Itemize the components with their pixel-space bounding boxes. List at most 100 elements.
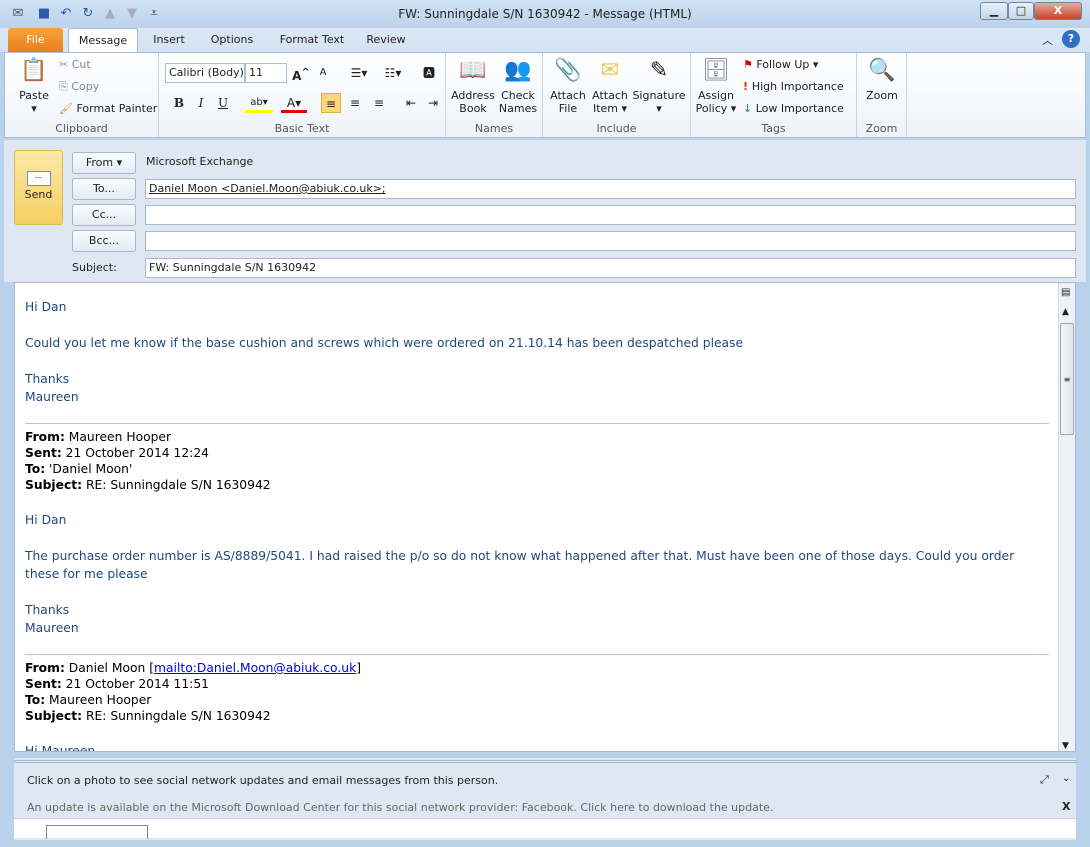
send-button[interactable]: — Send [14,150,63,225]
zoom-button[interactable]: 🔍 Zoom [861,57,903,102]
font-size-combo[interactable]: 11 [245,63,287,83]
subject-field[interactable]: FW: Sunningdale S/N 1630942 [145,258,1076,278]
body-line: Could you let me know if the base cushio… [25,336,744,350]
label: To: [25,693,46,707]
label: Attach [550,89,586,102]
person-photo-placeholder[interactable] [46,825,148,839]
thanks: Thanks [25,603,70,617]
message-body[interactable]: Hi Dan Could you let me know if the base… [14,282,1076,752]
policy-cabinet-icon: 🗄 [702,58,730,83]
expand-icon[interactable]: ⤢ [1040,773,1049,787]
send-envelope-icon: — [26,171,51,186]
bcc-button[interactable]: Bcc... [72,230,136,252]
align-left-icon[interactable]: ≡ [321,93,341,113]
from-button[interactable]: From ▾ [72,152,136,174]
signature-icon: ✎ [649,58,669,83]
paste-label: Paste [19,89,49,102]
decrease-indent-icon[interactable]: ⇤ [401,93,421,113]
paperclip-icon: 📎 [554,58,582,83]
minimize-button[interactable]: ▁ [980,2,1008,20]
help-icon[interactable]: ? [1062,30,1080,48]
low-importance-button[interactable]: ↓ Low Importance [743,102,844,115]
cut-button[interactable]: ✂ Cut [59,58,91,71]
people-pane: Click on a photo to see social network u… [14,758,1076,840]
increase-indent-icon[interactable]: ⇥ [423,93,443,113]
paste-button[interactable]: 📋 Paste ▾ [11,57,57,115]
cut-label: Cut [71,58,91,71]
assign-policy-button[interactable]: 🗄 Assign Policy ▾ [695,57,737,115]
ribbon: 📋 Paste ▾ ✂ Cut ⎘ Copy 🖌 Format Painter Cl… [4,52,1086,138]
address-book-icon: 📖 [459,58,487,83]
label: Subject: [25,709,83,723]
bold-button[interactable]: B [169,93,189,113]
bcc-field[interactable] [145,231,1076,251]
group-basic-text: Calibri (Body) 11 A^ A ☰▾ ☷▾ 🅰 B I U ab▾… [159,53,446,137]
update-notice-link[interactable]: An update is available on the Microsoft … [27,801,773,814]
italic-button[interactable]: I [191,93,211,113]
tab-review[interactable]: Review [360,28,412,52]
scroll-thumb[interactable]: ≡ [1060,323,1074,435]
attach-item-button[interactable]: ✉ Attach Item ▾ [589,57,631,115]
label: Low Importance [755,102,844,115]
signature-button[interactable]: ✎ Signature ▾ [631,57,687,115]
cc-field[interactable] [145,205,1076,225]
underline-button[interactable]: U [213,93,233,113]
styles-icon[interactable]: 🅰 [419,63,439,83]
align-right-icon[interactable]: ≡ [369,93,389,113]
numbering-icon[interactable]: ☷▾ [379,63,407,83]
label: File [558,102,578,115]
font-name-value: Calibri (Body) [169,66,244,79]
check-names-button[interactable]: 👥 Check Names [496,57,540,115]
maximize-button[interactable]: □ [1008,2,1034,20]
down-arrow-icon: ↓ [743,102,756,115]
copy-button[interactable]: ⎘ Copy [59,80,99,94]
value: Maureen Hooper [45,693,152,707]
high-importance-button[interactable]: ! High Importance [743,80,844,93]
tab-message[interactable]: Message [68,28,138,52]
label: From: [25,661,65,675]
quoted-subject: Subject: RE: Sunningdale S/N 1630942 [25,707,271,725]
people-list [14,818,1076,839]
ruler-icon[interactable]: ▤ [1061,287,1070,298]
tab-insert[interactable]: Insert [145,28,193,52]
collapse-ribbon-icon[interactable]: ︿ [1042,32,1053,48]
format-painter-button[interactable]: 🖌 Format Painter [59,102,157,115]
cc-button[interactable]: Cc... [72,204,136,226]
to-field[interactable]: Daniel Moon <Daniel.Moon@abiuk.co.uk>; [145,179,1076,199]
tab-format-text[interactable]: Format Text [272,28,352,52]
close-button[interactable]: X [1034,2,1082,20]
envelope-icon: ✉ [600,58,620,83]
label: Book [459,102,487,115]
value: 21 October 2014 11:51 [61,677,209,691]
to-recipient[interactable]: Daniel Moon <Daniel.Moon@abiuk.co.uk>; [149,182,386,195]
tab-file[interactable]: File [8,28,63,52]
attach-file-button[interactable]: 📎 Attach File [547,57,589,115]
scroll-down-icon[interactable]: ▼ [1062,741,1069,751]
scissors-icon: ✂ [59,58,72,71]
highlight-icon[interactable]: ab▾ [245,93,273,113]
bullets-icon[interactable]: ☰▾ [345,63,373,83]
font-color-icon[interactable]: A▾ [281,93,307,113]
copy-icon: ⎘ [59,80,72,93]
address-book-button[interactable]: 📖 Address Book [450,57,496,115]
body-line: The purchase order number is AS/8889/504… [25,549,1015,563]
close-notice-icon[interactable]: X [1062,800,1070,813]
format-painter-label: Format Painter [76,102,158,115]
follow-up-button[interactable]: ⚑ Follow Up ▾ [743,58,818,71]
scroll-up-icon[interactable]: ▲ [1062,307,1069,317]
grow-font-icon[interactable]: A^ [291,63,311,83]
font-name-combo[interactable]: Calibri (Body) [165,63,245,83]
title-bar: ✉ ■ ↶ ↻ ▲ ▼ ⩡ FW: Sunningdale S/N 163094… [0,0,1090,28]
mailto-link[interactable]: mailto:Daniel.Moon@abiuk.co.uk [154,661,356,675]
align-center-icon[interactable]: ≡ [345,93,365,113]
shrink-font-icon[interactable]: A [313,63,333,83]
greeting: Hi Maureen [25,744,96,752]
ribbon-tabs: File Message Insert Options Format Text … [0,28,1090,52]
to-button[interactable]: To... [72,178,136,200]
chevron-down-icon[interactable]: ⌄ [1062,773,1070,784]
vertical-scrollbar[interactable]: ▤ ▲ ≡ ▼ [1058,283,1075,751]
tab-options[interactable]: Options [202,28,262,52]
pane-splitter[interactable] [14,760,1076,763]
people-pane-info: Click on a photo to see social network u… [27,774,499,787]
label: Assign [698,89,734,102]
